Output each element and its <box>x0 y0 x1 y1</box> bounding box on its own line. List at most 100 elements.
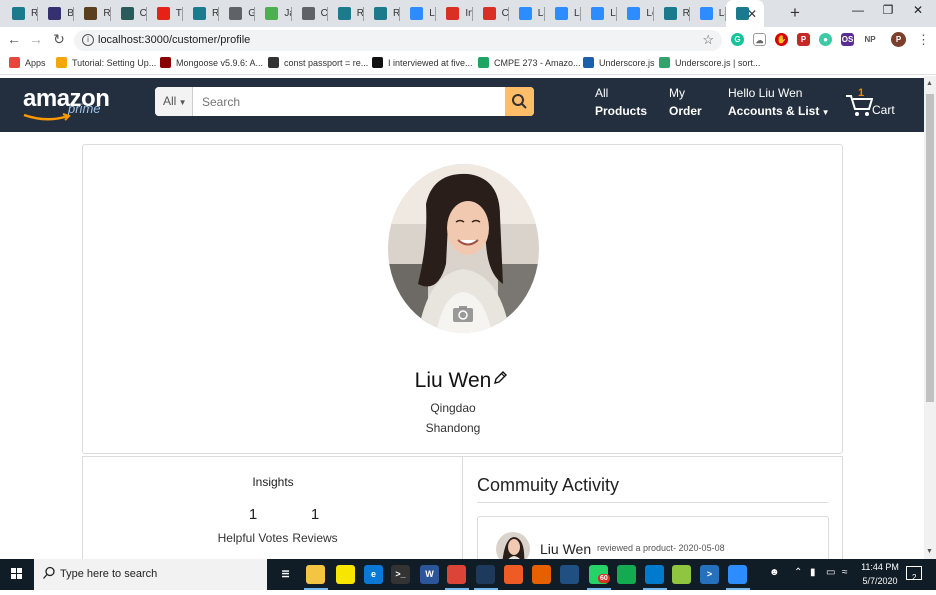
search-input[interactable] <box>195 87 505 116</box>
new-tab-icon[interactable]: + <box>790 3 800 23</box>
browser-tab[interactable]: Gr <box>219 0 256 27</box>
site-info-icon[interactable]: i <box>82 34 94 46</box>
os-extension-icon[interactable]: OS <box>841 33 854 46</box>
people-icon[interactable]: ☻ <box>769 567 780 578</box>
browser-tab[interactable]: Tu <box>147 0 183 27</box>
minimize-icon[interactable]: — <box>843 3 873 17</box>
tab-close-icon[interactable]: ✕ <box>747 7 757 21</box>
bookmark-item[interactable]: Tutorial: Setting Up... <box>56 57 156 68</box>
adblock-icon[interactable]: ✋ <box>775 33 788 46</box>
nav-all-products-line2: Products <box>595 104 648 118</box>
reload-icon[interactable]: ↻ <box>50 31 68 48</box>
profile-avatar-icon[interactable]: P <box>891 32 906 47</box>
search-category-dropdown[interactable]: All ▼ <box>155 87 193 116</box>
browser-tab[interactable]: Re <box>74 0 111 27</box>
edge-icon[interactable]: e <box>364 565 383 584</box>
browser-tab[interactable]: La <box>581 0 618 27</box>
chrome-menu-icon[interactable]: ⋮ <box>917 32 930 48</box>
whatsapp-icon[interactable]: 60 <box>589 565 610 584</box>
taskbar-search-placeholder: Type here to search <box>60 568 158 580</box>
browser-tab[interactable]: Ch <box>473 0 509 27</box>
scroll-down-icon[interactable]: ▼ <box>926 548 933 555</box>
scrollbar-thumb[interactable] <box>926 94 934 402</box>
browser-tab[interactable]: La <box>690 0 726 27</box>
notepadpp-icon[interactable] <box>672 565 691 584</box>
mongodb-icon[interactable] <box>617 565 636 584</box>
activity-user-name[interactable]: Liu Wen <box>540 541 591 557</box>
activity-description: reviewed a product- 2020-05-08 <box>597 543 725 553</box>
sourcetree-icon[interactable] <box>560 565 579 584</box>
browser-tab[interactable]: Cr <box>111 0 147 27</box>
taskbar-time[interactable]: 11:44 PM <box>858 562 902 572</box>
powershell-icon[interactable]: > <box>700 565 719 584</box>
pdf-extension-icon[interactable]: P <box>797 33 810 46</box>
browser-tab[interactable]: La <box>400 0 437 27</box>
postman-icon[interactable] <box>504 565 523 584</box>
browser-tab[interactable]: Bo <box>38 0 75 27</box>
restore-icon[interactable]: ❐ <box>873 3 903 17</box>
bookmark-item[interactable]: I interviewed at five... <box>372 57 473 68</box>
window-close-icon[interactable]: ✕ <box>903 3 933 17</box>
scroll-up-icon[interactable]: ▲ <box>926 80 933 87</box>
zoom-icon[interactable] <box>728 565 747 584</box>
intellij-icon[interactable] <box>476 565 495 584</box>
pencil-icon[interactable] <box>493 371 507 385</box>
bookmark-star-icon[interactable]: ☆ <box>702 32 714 48</box>
drive-icon <box>478 57 489 68</box>
browser-tab[interactable]: La <box>545 0 582 27</box>
taskbar-search[interactable]: Type here to search <box>34 559 267 590</box>
forward-icon[interactable]: → <box>27 31 45 47</box>
task-view-icon[interactable]: ☰ <box>276 565 295 584</box>
bookmark-item[interactable]: Underscore.js | sort... <box>659 57 760 68</box>
bookmark-item[interactable]: CMPE 273 - Amazo... <box>478 57 581 68</box>
browser-tab[interactable]: Re <box>654 0 690 27</box>
wifi-icon[interactable]: ≈ <box>842 567 848 578</box>
start-button[interactable] <box>0 559 34 590</box>
sticky-notes-icon[interactable] <box>336 565 355 584</box>
taskbar-date[interactable]: 5/7/2020 <box>858 576 902 586</box>
nav-account[interactable]: Hello Liu Wen Accounts & List ▼ <box>728 84 829 122</box>
np-extension-icon[interactable]: NP <box>862 33 878 46</box>
activity-item[interactable]: Liu Wen reviewed a product- 2020-05-08 <box>477 516 829 559</box>
grammarly-icon[interactable]: G <box>731 33 744 46</box>
file-explorer-icon[interactable] <box>306 565 325 584</box>
browser-tab[interactable]: La <box>509 0 545 27</box>
browser-tab[interactable]: Int <box>436 0 473 27</box>
address-url[interactable]: localhost:3000/customer/profile <box>98 34 250 46</box>
browser-tab[interactable]: Re <box>328 0 364 27</box>
browser-tab[interactable]: Ja <box>255 0 292 27</box>
zoom-icon <box>518 7 532 20</box>
bookmark-item[interactable]: Underscore.js <box>583 57 655 68</box>
vscode-icon[interactable] <box>645 565 664 584</box>
browser-tab[interactable]: ✕ <box>726 0 764 27</box>
camera-icon[interactable] <box>452 305 474 323</box>
caret-down-icon: ▼ <box>176 98 187 107</box>
browser-tab[interactable]: Re <box>2 0 39 27</box>
battery-icon[interactable]: ▭ <box>826 567 835 578</box>
bookmark-item[interactable]: Mongoose v5.9.6: A... <box>160 57 263 68</box>
chrome-icon[interactable] <box>447 565 466 584</box>
bookmark-label: Underscore.js <box>599 57 655 68</box>
zoom-icon <box>699 7 713 20</box>
circle-extension-icon[interactable]: ● <box>819 33 832 46</box>
browser-tab[interactable]: CN <box>292 0 328 27</box>
back-icon[interactable]: ← <box>5 31 23 47</box>
nav-all-products[interactable]: All Products <box>595 84 647 120</box>
bookmark-item[interactable]: Apps <box>9 57 46 68</box>
word-icon[interactable]: W <box>420 565 439 584</box>
gmail-icon <box>446 7 460 20</box>
browser-tab[interactable]: Re <box>364 0 401 27</box>
browser-tab[interactable]: Re <box>183 0 220 27</box>
terminal-icon[interactable]: >_ <box>391 565 410 584</box>
nav-my-order[interactable]: My Order <box>669 84 702 120</box>
bookmark-item[interactable]: const passport = re... <box>268 57 368 68</box>
cloud-extension-icon[interactable]: ☁ <box>753 33 766 46</box>
browser-tab[interactable]: Lo <box>617 0 654 27</box>
page-scrollbar[interactable]: ▲ ▼ <box>924 76 936 559</box>
microphone-icon[interactable]: ▮ <box>810 567 816 578</box>
tray-chevron-icon[interactable]: ⌃ <box>794 567 802 578</box>
zoom-icon <box>410 7 424 20</box>
firefox-icon[interactable] <box>532 565 551 584</box>
search-button[interactable] <box>505 87 534 116</box>
address-bar[interactable]: i localhost:3000/customer/profile ☆ <box>74 30 722 51</box>
